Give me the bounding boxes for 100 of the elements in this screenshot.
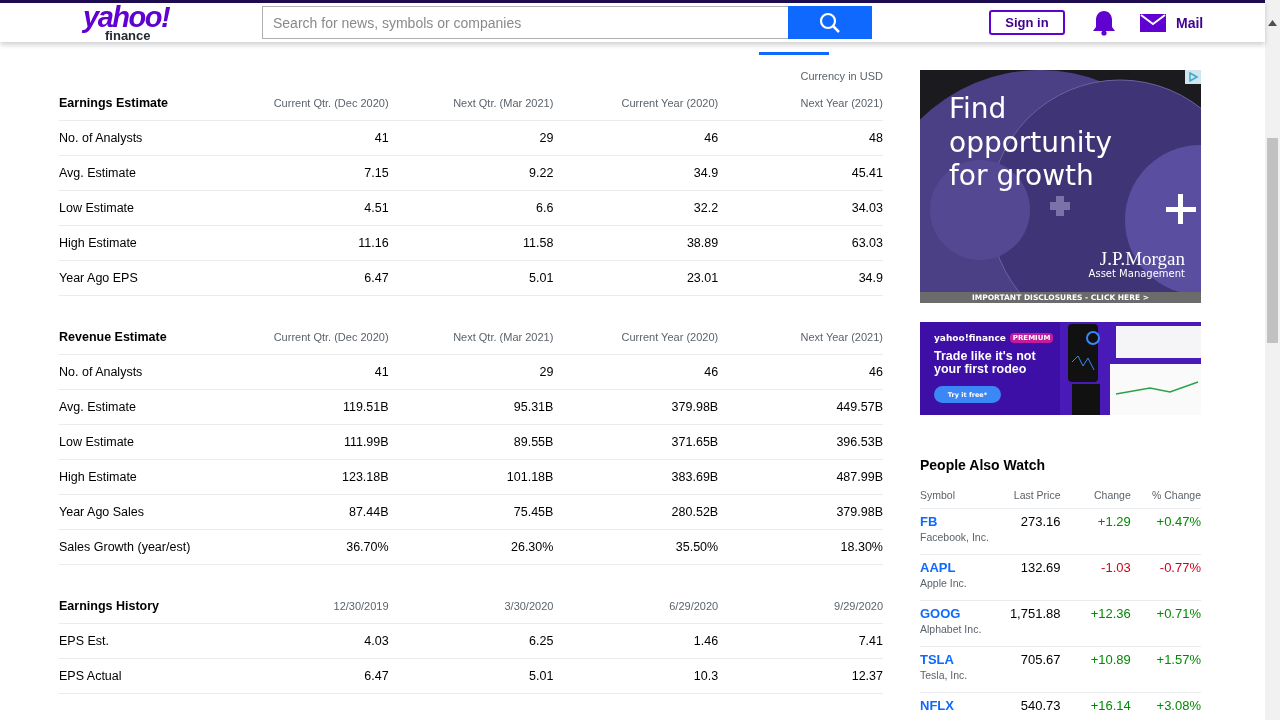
ad-brand: yahoo!finance [934, 333, 1006, 343]
table-cell: 1.46 [553, 623, 719, 659]
search-field[interactable]: Search for news, symbols or companies [262, 6, 788, 39]
logo[interactable]: yahoo! finance [83, 3, 173, 42]
table-cell: 11.58 [388, 225, 554, 261]
table-cell: 379.98B [718, 494, 883, 530]
tab-indicator [759, 52, 829, 55]
sign-in-button[interactable]: Sign in [989, 10, 1065, 35]
table-cell: 41 [223, 120, 389, 156]
table-cell: 75.45B [388, 494, 554, 530]
price-cell: 273.16 [990, 508, 1061, 555]
column-header: Next Year (2021) [718, 320, 883, 355]
ad-headline: Find opportunity for growth [949, 92, 1114, 193]
row-label: Avg. Estimate [59, 389, 224, 425]
ticker-link[interactable]: AAPL [920, 560, 956, 575]
ad-headline: Trade like it's not your first rodeo [934, 350, 1037, 377]
row-label: EPS Est. [59, 623, 224, 659]
column-header: % Change [1130, 482, 1201, 509]
envelope-icon [1140, 13, 1166, 32]
column-header: Current Qtr. (Dec 2020) [223, 320, 389, 355]
row-label: Sales Growth (year/est) [59, 529, 224, 565]
table-cell: 38.89 [553, 225, 719, 261]
table-cell: 48 [718, 120, 883, 156]
table-cell: 46 [718, 354, 883, 390]
column-header: Symbol [920, 482, 991, 509]
percent-change-cell: +1.57% [1130, 646, 1201, 693]
row-label: Year Ago EPS [59, 260, 224, 296]
change-cell: +12.36 [1060, 600, 1131, 647]
change-cell: -1.03 [1060, 554, 1131, 601]
percent-change-cell: +0.71% [1130, 600, 1201, 647]
table-cell: 449.57B [718, 389, 883, 425]
bell-icon[interactable] [1092, 9, 1116, 36]
table-cell: 5.01 [388, 658, 554, 694]
column-header: Current Year (2020) [553, 86, 719, 121]
row-label: No. of Analysts [59, 120, 224, 156]
ad-brand: J.P.Morgan [1099, 248, 1185, 269]
table-cell: 280.52B [553, 494, 719, 530]
percent-change-cell: +3.08% [1130, 692, 1201, 720]
price-cell: 705.67 [990, 646, 1061, 693]
table-cell: 12.37 [718, 658, 883, 694]
ad-brand-subtitle: Asset Management [1088, 268, 1185, 279]
table-cell: 7.41 [718, 623, 883, 659]
column-header: Last Price [990, 482, 1061, 509]
section-title: People Also Watch [920, 457, 1046, 473]
table-cell: 89.55B [388, 424, 554, 460]
mail-button[interactable]: Mail [1140, 13, 1204, 32]
table-title: Earnings Estimate [59, 86, 224, 121]
column-header: Current Qtr. (Dec 2020) [223, 86, 389, 121]
scrollbar[interactable] [1265, 0, 1280, 720]
column-header: 12/30/2019 [223, 589, 389, 624]
table-cell: 9.22 [388, 155, 554, 191]
table-cell: 6.47 [223, 658, 389, 694]
ticker-link[interactable]: NFLX [920, 698, 954, 713]
table-cell: 101.18B [388, 459, 554, 495]
price-cell: 540.73 [990, 692, 1061, 720]
table-cell: 29 [388, 120, 554, 156]
search-icon [819, 11, 841, 34]
price-cell: 132.69 [990, 554, 1061, 601]
change-cell: +1.29 [1060, 508, 1131, 555]
company-name: Alphabet Inc. [920, 623, 983, 635]
table-cell: 46 [553, 120, 719, 156]
table-cell: 18.30% [718, 529, 883, 565]
percent-change-cell: +0.47% [1130, 508, 1201, 555]
table-cell: 379.98B [553, 389, 719, 425]
row-label: Year Ago Sales [59, 494, 224, 530]
table-cell: 111.99B [223, 424, 389, 460]
table-cell: 23.01 [553, 260, 719, 296]
table-cell: 32.2 [553, 190, 719, 226]
row-label: Avg. Estimate [59, 155, 224, 191]
table-title: Earnings History [59, 589, 224, 624]
ticker-link[interactable]: FB [920, 514, 938, 529]
ticker-link[interactable]: TSLA [920, 652, 954, 667]
table-cell: 10.3 [553, 658, 719, 694]
column-header: 9/29/2020 [718, 589, 883, 624]
table-cell: 87.44B [223, 494, 389, 530]
scroll-up-icon[interactable] [1268, 20, 1277, 26]
column-header: Next Year (2021) [718, 86, 883, 121]
company-name: Facebook, Inc. [920, 531, 990, 543]
table-cell: 11.16 [223, 225, 389, 261]
scrollbar-thumb[interactable] [1267, 138, 1278, 343]
search-button[interactable] [788, 6, 872, 39]
table-cell: 34.9 [718, 260, 883, 296]
table-cell: 487.99B [718, 459, 883, 495]
change-cell: +10.89 [1060, 646, 1131, 693]
table-cell: 95.31B [388, 389, 554, 425]
table-cell: 5.01 [388, 260, 554, 296]
row-label: EPS Actual [59, 658, 224, 694]
table-cell: 41 [223, 354, 389, 390]
table-title: Revenue Estimate [59, 320, 224, 355]
table-cell: 6.47 [223, 260, 389, 296]
table-cell: 383.69B [553, 459, 719, 495]
table-cell: 34.03 [718, 190, 883, 226]
table-cell: 4.51 [223, 190, 389, 226]
ticker-link[interactable]: GOOG [920, 606, 961, 621]
table-cell: 34.9 [553, 155, 719, 191]
table-cell: 63.03 [718, 225, 883, 261]
table-cell: 46 [553, 354, 719, 390]
row-label: High Estimate [59, 459, 224, 495]
change-cell: +16.14 [1060, 692, 1131, 720]
table-cell: 396.53B [718, 424, 883, 460]
